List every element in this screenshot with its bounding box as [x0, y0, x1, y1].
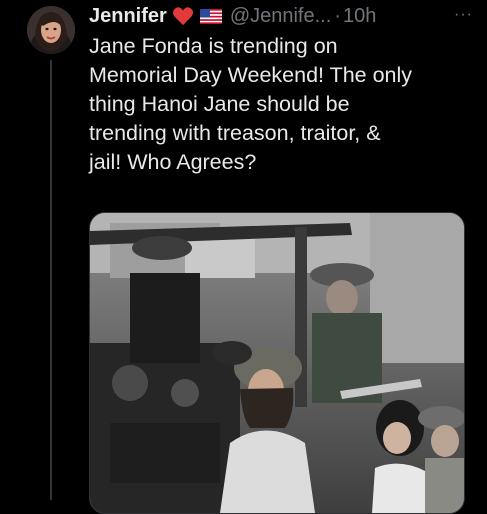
author-handle[interactable]: @Jennife... — [230, 5, 331, 28]
tweet-text-line: trending with treason, traitor, & — [89, 121, 381, 145]
author-name[interactable]: Jennifer — [89, 5, 167, 28]
tweet-text-line: Memorial Day Weekend! The only — [89, 63, 413, 87]
tweet-text-line: thing Hanoi Jane should be — [89, 92, 350, 116]
more-options-icon[interactable]: ··· — [454, 6, 473, 24]
tweet-text-line: Jane Fonda is trending on — [89, 34, 338, 58]
tweet-header: Jennifer @Jennife... · 10h — [89, 3, 473, 29]
tweet-photo[interactable] — [89, 212, 465, 514]
time-separator: · — [334, 4, 341, 27]
timestamp[interactable]: 10h — [343, 5, 376, 28]
us-flag-icon — [199, 8, 222, 24]
avatar[interactable] — [27, 6, 75, 54]
heart-icon — [172, 7, 193, 26]
thread-line — [50, 60, 52, 500]
tweet-text: Jane Fonda is trending on Memorial Day W… — [89, 32, 474, 177]
tweet-text-line: jail! Who Agrees? — [89, 150, 257, 174]
